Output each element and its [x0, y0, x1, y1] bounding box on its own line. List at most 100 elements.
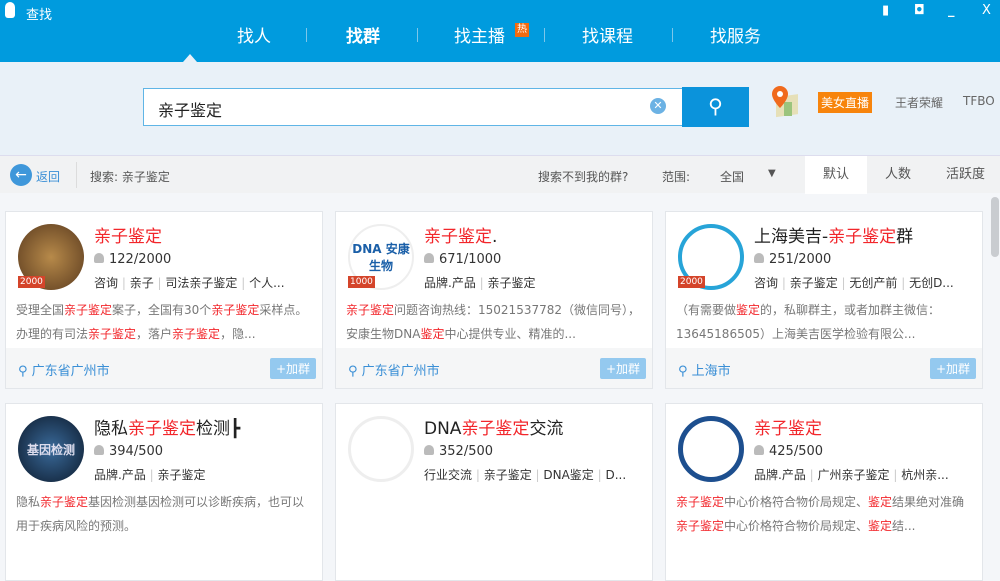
back-button[interactable]: 返回 — [36, 168, 60, 185]
tag-separator: | — [805, 468, 818, 482]
title-text: DNA — [424, 419, 462, 439]
tab-find-people[interactable]: 找人 — [237, 22, 271, 47]
tag: 品牌.产品 — [94, 468, 146, 482]
location-pin-icon: ⚲ — [678, 364, 692, 379]
members-icon — [94, 445, 104, 455]
quick-search-link[interactable]: 王者荣耀 — [895, 94, 943, 111]
sort-default[interactable]: 默认 — [805, 156, 867, 194]
divider — [76, 162, 77, 188]
card-footer: ⚲ 上海市 +加群 — [666, 348, 982, 388]
keyword-highlight: 亲子鉴定 — [461, 419, 530, 439]
close-button[interactable]: X — [982, 3, 991, 18]
tag: 亲子鉴定 — [487, 276, 536, 290]
search-input[interactable]: 亲子鉴定 — [143, 88, 683, 126]
tag: DNA鉴定 — [543, 468, 594, 482]
group-card[interactable]: DNA亲子鉴定交流 352/500 行业交流 | 亲子鉴定 | DNA鉴定 | D.… — [335, 403, 653, 581]
skin-icon[interactable]: ◘ — [914, 3, 925, 18]
search-icon: ⚲ — [708, 94, 723, 118]
card-footer: ⚲ 广东省广州市 +加群 — [6, 348, 322, 388]
group-title[interactable]: 亲子鉴定 — [754, 414, 822, 439]
group-card[interactable]: 亲子鉴定 425/500 品牌.产品 | 广州亲子鉴定 | 杭州亲... 亲子鉴定中心… — [665, 403, 983, 581]
clear-icon[interactable]: ✕ — [650, 98, 666, 114]
member-count-text: 251/2000 — [769, 252, 832, 267]
scope-select[interactable]: 全国 — [720, 168, 744, 185]
chevron-down-icon[interactable]: ▼ — [768, 168, 776, 179]
group-avatar[interactable] — [678, 416, 744, 482]
member-count: 425/500 — [754, 444, 823, 459]
search-button[interactable]: ⚲ — [682, 87, 749, 127]
tag: 广州亲子鉴定 — [817, 468, 890, 482]
group-avatar[interactable] — [348, 416, 414, 482]
tag: 司法亲子鉴定 — [165, 276, 238, 290]
member-count-text: 122/2000 — [109, 252, 172, 267]
tag-separator: | — [837, 276, 850, 290]
tag: 亲子鉴定 — [157, 468, 206, 482]
members-icon — [424, 445, 434, 455]
description-text: 中心价格符合物价局规定、 — [724, 519, 869, 533]
description-text: ，隐... — [220, 327, 256, 341]
description-text: 结... — [892, 519, 916, 533]
keyword-highlight: 亲子鉴定 — [754, 419, 822, 439]
hot-search-link[interactable]: 美女直播 — [818, 92, 873, 113]
description-text: 案子，全国有30个 — [112, 303, 212, 317]
group-card[interactable]: 基因检测 隐私亲子鉴定检测┣ 394/500 品牌.产品 | 亲子鉴定 隐私亲子鉴定基因… — [5, 403, 323, 581]
description-text: （有需要做 — [676, 303, 737, 317]
join-group-button[interactable]: +加群 — [599, 358, 646, 379]
join-group-button[interactable]: +加群 — [269, 358, 316, 379]
tag-separator: | — [531, 468, 544, 482]
sort-members[interactable]: 人数 — [867, 156, 929, 194]
group-description: 亲子鉴定中心价格符合物价局规定、鉴定结果绝对准确亲子鉴定中心价格符合物价局规定、… — [676, 490, 976, 538]
join-group-button[interactable]: +加群 — [929, 358, 976, 379]
tab-find-service[interactable]: 找服务 — [710, 22, 761, 47]
tag-separator: | — [472, 468, 484, 482]
scrollbar[interactable] — [991, 197, 999, 257]
group-description: 隐私亲子鉴定基因检测基因检测可以诊断疾病，也可以用于疾病风险的预测。 — [16, 490, 316, 538]
member-count-text: 352/500 — [439, 444, 494, 459]
group-title[interactable]: 亲子鉴定. — [424, 222, 497, 247]
location-pin-icon: ⚲ — [18, 364, 32, 379]
divider — [417, 28, 418, 42]
member-count-text: 425/500 — [769, 444, 824, 459]
title-text: 上海美吉- — [754, 227, 829, 247]
keyword-highlight: 亲子鉴定 — [424, 227, 492, 247]
tag: 咨询 — [94, 276, 119, 290]
tab-find-streamer[interactable]: 找主播 — [454, 22, 505, 47]
tag: 咨询 — [754, 276, 779, 290]
sort-activity[interactable]: 活跃度 — [931, 156, 1000, 194]
title-text: . — [492, 227, 498, 247]
location-text: 上海市 — [691, 364, 731, 379]
group-title[interactable]: 亲子鉴定 — [94, 222, 162, 247]
group-tags: 品牌.产品 | 广州亲子鉴定 | 杭州亲... — [754, 466, 979, 483]
group-title[interactable]: 隐私亲子鉴定检测┣ — [94, 414, 240, 439]
member-count-text: 671/1000 — [439, 252, 502, 267]
group-title[interactable]: 上海美吉-亲子鉴定群 — [754, 222, 913, 247]
group-title[interactable]: DNA亲子鉴定交流 — [424, 414, 563, 439]
keyword-highlight: 鉴定 — [420, 327, 445, 341]
keyword-highlight: 亲子鉴定 — [828, 227, 897, 247]
description-text: 受理全国 — [16, 303, 65, 317]
tag: 亲子 — [129, 276, 154, 290]
tab-find-group[interactable]: 找群 — [346, 22, 380, 47]
group-card[interactable]: 2000 上海美吉-亲子鉴定群 251/2000 咨询 | 亲子鉴定 | 无创产前 |… — [665, 211, 983, 389]
group-description: 亲子鉴定问题咨询热线：15021537782（微信同号），安康生物DNA鉴定中心… — [346, 298, 646, 346]
group-avatar[interactable]: 基因检测 — [18, 416, 84, 482]
description-text: 中心提供专业、精准的... — [444, 327, 576, 341]
location-map-icon[interactable] — [770, 84, 800, 120]
tab-find-course[interactable]: 找课程 — [582, 22, 633, 47]
keyword-highlight: 鉴定 — [868, 495, 893, 509]
group-card[interactable]: 2000 亲子鉴定 122/2000 咨询 | 亲子 | 司法亲子鉴定 | 个人...… — [5, 211, 323, 389]
not-found-link[interactable]: 搜索不到我的群? — [538, 168, 628, 185]
quick-search-link[interactable]: TFBO — [963, 94, 995, 108]
keyword-highlight: 亲子鉴定 — [128, 419, 196, 439]
location: ⚲ 广东省广州市 — [18, 360, 110, 379]
minimize-button[interactable]: _ — [948, 3, 955, 18]
feedback-icon[interactable]: ▮ — [882, 3, 889, 18]
main-nav: 找人 找群 找主播 找课程 找服务 — [0, 22, 1000, 62]
members-icon — [754, 253, 764, 263]
divider — [306, 28, 307, 42]
group-card[interactable]: DNA 安康生物 1000 亲子鉴定. 671/1000 品牌.产品 | 亲子鉴定 亲子鉴… — [335, 211, 653, 389]
back-arrow-icon[interactable]: ← — [10, 164, 32, 186]
active-tab-indicator — [183, 54, 197, 62]
description-text: 中心价格符合物价局规定、 — [724, 495, 869, 509]
divider — [544, 28, 545, 42]
